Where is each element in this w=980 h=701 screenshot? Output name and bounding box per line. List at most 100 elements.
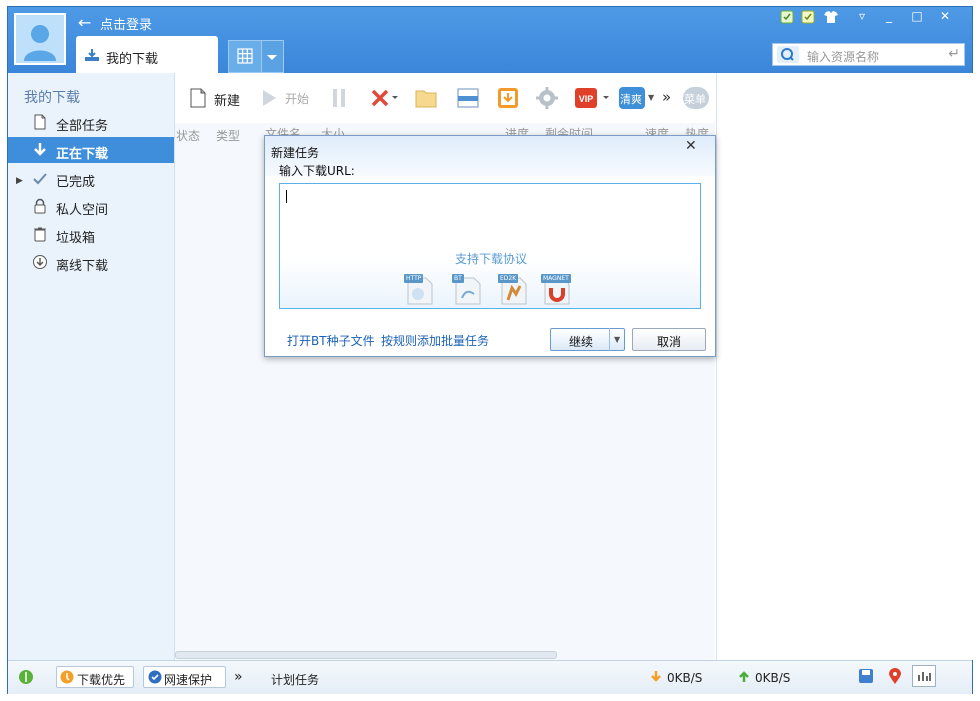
tab-my-downloads[interactable]: 我的下载 <box>76 36 218 73</box>
back-arrow-icon[interactable]: ← <box>78 13 91 32</box>
download-tray-icon <box>84 48 100 65</box>
protocol-label: ED2K <box>498 274 519 283</box>
check-icon <box>32 170 48 186</box>
tab-label: 我的下载 <box>106 52 159 67</box>
search-input[interactable]: 输入资源名称 ↵ <box>772 43 965 66</box>
upload-speed: 0KB/S <box>755 671 791 685</box>
settings-gear-icon[interactable] <box>536 87 558 113</box>
clean-mode-label: 清爽 <box>620 93 642 106</box>
new-task-dialog: 新建任务 ✕ 输入下载URL: 支持下载协议 HTTP BT ED2K MAGN… <box>264 135 716 357</box>
sidebar-item-all-tasks[interactable]: 全部任务 <box>8 109 174 135</box>
delete-icon[interactable] <box>371 89 399 115</box>
search-placeholder: 输入资源名称 <box>807 50 880 64</box>
cancel-button[interactable]: 取消 <box>632 328 706 351</box>
sidebar-item-trash[interactable]: 垃圾箱 <box>8 221 174 247</box>
location-pin-icon[interactable] <box>888 668 902 688</box>
scheduled-tasks-link[interactable]: 计划任务 <box>271 671 319 688</box>
bt-protocol-icon: BT <box>452 274 484 306</box>
menu-icon[interactable]: ▿ <box>851 8 873 24</box>
sidebar-item-label: 垃圾箱 <box>56 231 96 246</box>
sidebar-title: 我的下载 <box>24 90 80 106</box>
enter-icon[interactable]: ↵ <box>948 46 960 62</box>
speed-protection-label: 网速保护 <box>164 673 213 687</box>
shield-icon <box>148 670 162 687</box>
new-file-icon <box>189 88 207 111</box>
maximize-icon[interactable]: □ <box>906 8 928 24</box>
status-bar: 下载优先 网速保护 » 计划任务 0KB/S 0KB/S <box>8 660 972 694</box>
sidebar-item-private-space[interactable]: 私人空间 <box>8 193 174 219</box>
search-icon[interactable] <box>776 46 802 66</box>
folder-icon[interactable] <box>415 88 437 114</box>
download-priority-label: 下载优先 <box>77 673 126 687</box>
http-protocol-icon: HTTP <box>404 274 436 306</box>
skin-icon[interactable] <box>780 10 796 24</box>
continue-dropdown-button[interactable]: ▼ <box>609 328 626 351</box>
shirt-icon[interactable] <box>823 10 839 24</box>
column-header[interactable]: 类型 <box>216 127 240 144</box>
cloud-download-icon <box>32 254 48 270</box>
protocol-label: MAGNET <box>541 274 571 283</box>
start-label: 开始 <box>285 92 310 106</box>
new-task-label: 新建 <box>214 94 241 109</box>
trash-icon <box>32 226 48 242</box>
more-options-icon[interactable]: » <box>234 669 243 685</box>
upload-speed-icon <box>738 669 750 686</box>
sidebar-item-label: 正在下载 <box>56 147 109 162</box>
priority-icon <box>60 670 74 687</box>
pause-icon[interactable] <box>331 89 347 115</box>
ed2k-protocol-icon: ED2K <box>498 274 530 306</box>
supported-protocols-title: 支持下载协议 <box>454 252 527 266</box>
minimize-icon[interactable]: _ <box>878 8 900 24</box>
grid-view-button[interactable] <box>228 40 262 73</box>
protocol-label: HTTP <box>404 274 424 283</box>
url-label: 输入下载URL: <box>279 164 355 178</box>
text-caret <box>286 190 287 203</box>
sidebar-item-completed[interactable]: 已完成 <box>8 165 174 191</box>
sidebar-item-label: 已完成 <box>56 175 96 190</box>
view-dropdown-button[interactable] <box>262 40 284 73</box>
download-priority-button[interactable]: 下载优先 <box>56 666 134 688</box>
sidebar-item-offline-download[interactable]: 离线下载 <box>8 249 174 275</box>
close-icon[interactable]: ✕ <box>685 138 697 154</box>
clean-mode-button[interactable]: 清爽 ▼ <box>619 87 659 113</box>
leaf-icon[interactable] <box>18 669 34 688</box>
login-link[interactable]: 点击登录 <box>100 14 152 33</box>
new-task-button[interactable]: 新建 <box>189 85 249 111</box>
play-icon <box>261 89 277 110</box>
list-settings-icon[interactable] <box>457 88 479 114</box>
download-arrow-icon <box>32 142 48 158</box>
speed-protection-button[interactable]: 网速保护 <box>143 666 226 688</box>
avatar[interactable] <box>14 13 66 65</box>
more-tools-icon[interactable]: » <box>662 88 671 106</box>
protocol-label: BT <box>452 274 464 283</box>
download-speed-icon <box>650 670 662 687</box>
sidebar-item-downloading[interactable]: 正在下载 <box>8 137 174 163</box>
grid-icon <box>237 48 253 64</box>
chevron-down-icon <box>267 55 277 60</box>
statistics-chart-icon[interactable] <box>912 665 936 687</box>
sidebar-item-label: 私人空间 <box>56 203 109 218</box>
svg-text:VIP: VIP <box>579 94 594 104</box>
lock-icon <box>32 198 48 214</box>
menu-label: 菜单 <box>684 93 706 106</box>
skin-icon[interactable] <box>801 10 817 24</box>
dialog-title: 新建任务 <box>271 146 320 160</box>
menu-button[interactable]: 菜单 <box>683 87 709 113</box>
magnet-protocol-icon: MAGNET <box>541 274 573 306</box>
vip-icon[interactable]: VIP <box>575 87 611 113</box>
add-batch-tasks-link[interactable]: 按规则添加批量任务 <box>381 332 489 349</box>
download-speed: 0KB/S <box>667 671 703 685</box>
horizontal-scrollbar[interactable] <box>175 651 557 659</box>
sidebar: 我的下载 全部任务 正在下载 ▶ 已完成 私人空间 垃圾箱 离线下载 <box>8 73 175 660</box>
sidebar-item-label: 离线下载 <box>56 259 109 274</box>
cancel-label: 取消 <box>656 335 681 349</box>
start-button[interactable]: 开始 <box>261 85 315 111</box>
close-icon[interactable]: ✕ <box>934 8 956 24</box>
download-box-icon[interactable] <box>497 87 519 113</box>
open-bt-file-link[interactable]: 打开BT种子文件 <box>287 332 375 349</box>
save-disk-icon[interactable] <box>858 668 874 687</box>
detail-panel <box>716 73 973 660</box>
chevron-down-icon: ▼ <box>648 93 655 102</box>
column-header[interactable]: 状态 <box>176 127 200 144</box>
url-input[interactable]: 支持下载协议 HTTP BT ED2K MAGNET <box>279 183 701 309</box>
